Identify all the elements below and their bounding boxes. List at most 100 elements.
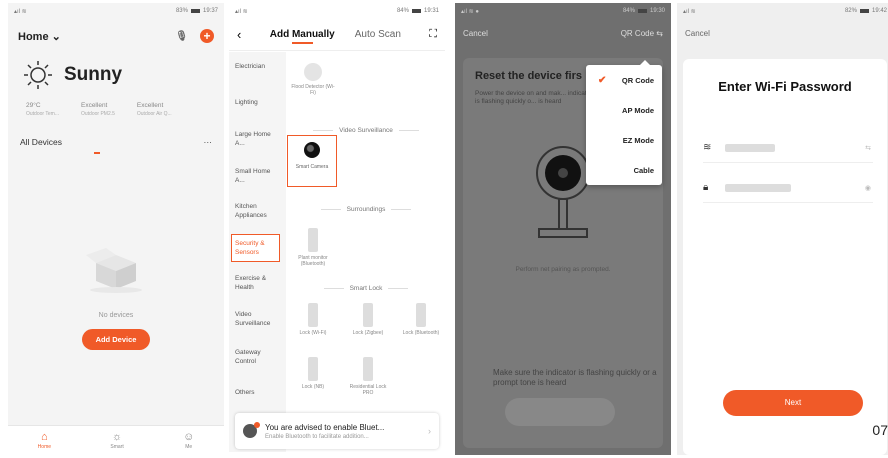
wifi-icon: ≋	[703, 142, 712, 153]
lock-icon	[363, 357, 373, 381]
no-devices-text: No devices	[98, 312, 134, 319]
category-exercise[interactable]: Exercise & Health	[229, 274, 286, 292]
device-plant-monitor[interactable]: Plant monitor (Bluetooth)	[289, 228, 337, 267]
camera-illustration	[536, 146, 590, 238]
device-smart-camera[interactable]: Smart Camera	[287, 135, 337, 187]
stat-air-quality: Excellent Outdoor Air Q...	[136, 102, 172, 117]
menu-ap-mode[interactable]: AP Mode	[586, 95, 662, 125]
status-battery: 84%	[396, 8, 409, 14]
cancel-button[interactable]: Cancel	[685, 29, 710, 38]
category-small-home[interactable]: Small Home A...	[229, 167, 286, 185]
all-devices-tab[interactable]: All Devices	[20, 137, 62, 147]
next-button[interactable]	[505, 398, 615, 426]
bluetooth-banner[interactable]: You are advised to enable Bluet... Enabl…	[235, 413, 439, 449]
category-gateway[interactable]: Gateway Control	[229, 348, 286, 366]
qr-code-mode-toggle[interactable]: QR Code ⇆	[621, 29, 663, 38]
status-bar: ▴ıl ≋ 82% 19:42	[677, 3, 888, 19]
signal-icon: ▴ıl ≋	[683, 8, 696, 15]
cancel-button[interactable]: Cancel	[463, 29, 488, 38]
menu-ez-mode[interactable]: EZ Mode	[586, 125, 662, 155]
status-battery: 82%	[844, 8, 857, 14]
status-time: 19:30	[649, 8, 665, 14]
status-bar: ▴ıl ≋ 84% 19:31	[229, 3, 445, 19]
ssid-value	[725, 143, 775, 152]
home-selector[interactable]: Home ⌄	[18, 30, 61, 43]
scan-icon[interactable]: ⛶	[429, 28, 437, 41]
device-lock-bluetooth[interactable]: Lock (Bluetooth)	[397, 303, 445, 336]
signal-icon: ▴ıl ≋	[235, 8, 248, 15]
checkmark-icon: ✔	[598, 74, 607, 86]
page-number: 07	[872, 422, 888, 438]
weather-condition: Sunny	[64, 64, 123, 85]
home-screen: ▴ıl ≋ 83% 19:37 Home ⌄ 🎙 + Sunny 29°C Outd…	[8, 3, 224, 455]
status-battery: 84%	[622, 8, 635, 14]
status-bar: ▴ıl ≋ ● 84% 19:30	[455, 3, 671, 19]
profile-icon: ☺	[183, 431, 195, 443]
tab-smart[interactable]: ☼ Smart	[110, 431, 123, 450]
bluetooth-icon	[243, 422, 260, 438]
signal-icon: ▴ıl ≋ ●	[461, 8, 479, 15]
add-device-button[interactable]: Add Device	[81, 329, 151, 350]
tab-me[interactable]: ☺ Me	[183, 431, 194, 450]
section-surroundings: Surroundings	[289, 206, 443, 213]
stat-pm25: Excellent Outdoor PM2.5	[80, 102, 115, 117]
category-others[interactable]: Others	[229, 388, 261, 397]
chevron-down-icon: ⌄	[51, 30, 61, 43]
reset-device-screen: ▴ıl ≋ ● 84% 19:30 Cancel QR Code ⇆ Reset …	[455, 3, 671, 455]
status-time: 19:42	[871, 8, 887, 14]
stat-temperature: 29°C Outdoor Tem...	[26, 102, 59, 117]
battery-icon	[190, 9, 200, 13]
menu-qr-code[interactable]: ✔ QR Code	[586, 65, 662, 95]
lock-icon	[308, 357, 318, 381]
wifi-ssid-field[interactable]: ≋ ⇆	[703, 133, 873, 163]
category-electrician[interactable]: Electrician	[229, 62, 271, 71]
device-flood-detector[interactable]: Flood Detector (Wi-Fi)	[289, 63, 337, 96]
device-lock-wifi[interactable]: Lock (Wi-Fi)	[289, 303, 337, 336]
back-icon[interactable]: ‹	[237, 27, 241, 42]
category-security[interactable]: Security & Sensors	[231, 234, 280, 262]
pairing-mode-menu: ✔ QR Code AP Mode EZ Mode Cable	[586, 60, 662, 185]
lock-icon: 🔒︎	[703, 182, 709, 193]
indicator-checkbox[interactable]: Make sure the indicator is flashing quic…	[477, 368, 663, 388]
flood-detector-icon	[304, 63, 322, 81]
wifi-password-screen: ▴ıl ≋ 82% 19:42 Cancel Enter Wi-Fi Passwo…	[677, 3, 888, 455]
sun-icon	[24, 61, 52, 89]
switch-network-icon[interactable]: ⇆	[865, 144, 871, 152]
menu-cable[interactable]: Cable	[586, 155, 662, 185]
section-smart-lock: Smart Lock	[289, 285, 443, 292]
pairing-instruction: Perform net pairing as prompted.	[515, 266, 611, 273]
device-lock-zigbee[interactable]: Lock (Zigbee)	[344, 303, 392, 336]
switch-icon: ⇆	[656, 29, 663, 38]
category-lighting[interactable]: Lighting	[229, 98, 264, 107]
next-button[interactable]: Next	[723, 390, 863, 416]
microphone-icon[interactable]: 🎙	[175, 31, 188, 42]
tab-home[interactable]: ⌂ Home	[38, 431, 51, 450]
lock-icon	[308, 303, 318, 327]
bottom-tab-bar: ⌂ Home ☼ Smart ☺ Me	[8, 425, 224, 455]
signal-icon: ▴ıl ≋	[14, 8, 27, 15]
wifi-password-field[interactable]: 🔒︎ ◉	[703, 173, 873, 203]
more-button[interactable]: ···	[204, 137, 213, 147]
wifi-card: Enter Wi-Fi Password ≋ ⇆ 🔒︎ ◉ Next	[683, 59, 887, 455]
device-lock-nb[interactable]: Lock (NB)	[289, 357, 337, 390]
bluetooth-title: You are advised to enable Bluet...	[265, 422, 385, 432]
tab-add-manually[interactable]: Add Manually	[270, 29, 335, 44]
lock-icon	[363, 303, 373, 327]
smart-sun-icon: ☼	[112, 431, 123, 443]
home-icon: ⌂	[41, 431, 48, 443]
category-large-home[interactable]: Large Home A...	[229, 130, 286, 148]
section-video-surveillance: Video Surveillance	[289, 127, 443, 134]
reset-description: Power the device on and mak... indicator…	[475, 90, 593, 105]
add-device-screen: ▴ıl ≋ 84% 19:31 ‹ Add Manually Auto Scan …	[229, 3, 445, 455]
empty-box-icon	[86, 248, 142, 293]
status-time: 19:31	[423, 8, 439, 14]
status-battery: 83%	[175, 8, 188, 14]
add-icon[interactable]: +	[200, 29, 214, 43]
category-video[interactable]: Video Surveillance	[229, 310, 286, 328]
tab-indicator	[94, 152, 100, 154]
battery-icon	[859, 9, 869, 13]
tab-auto-scan[interactable]: Auto Scan	[355, 29, 401, 40]
category-kitchen[interactable]: Kitchen Appliances	[229, 202, 286, 220]
device-residential-lock[interactable]: Residential Lock PRO	[344, 357, 392, 396]
eye-icon[interactable]: ◉	[865, 184, 871, 192]
